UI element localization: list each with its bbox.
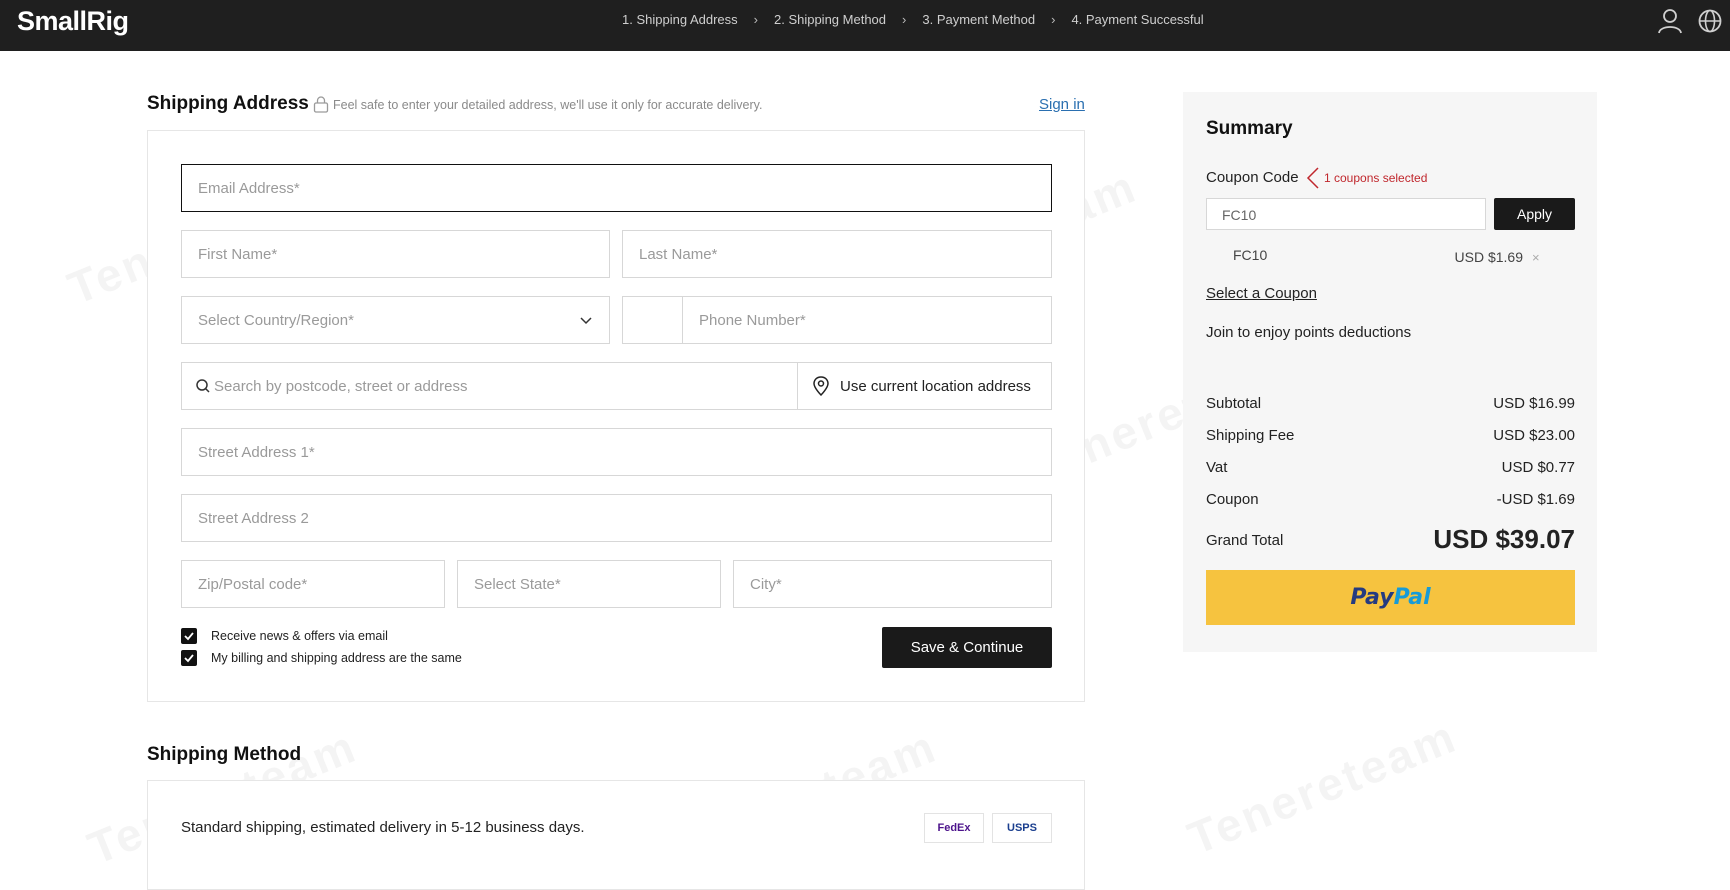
safe-note: Feel safe to enter your detailed address… xyxy=(313,96,762,113)
shipping-address-title: Shipping Address xyxy=(147,93,309,114)
applied-coupon-amount: USD $1.69 xyxy=(1454,249,1523,265)
shipping-fee-value: USD $23.00 xyxy=(1493,427,1575,444)
checkout-steps: 1. Shipping Address › 2. Shipping Method… xyxy=(622,12,1204,27)
step-payment-method: 3. Payment Method xyxy=(922,12,1036,27)
grand-total-value: USD $39.07 xyxy=(1433,524,1575,554)
use-location-button[interactable]: Use current location address xyxy=(812,376,1031,396)
billing-checkbox-row[interactable]: My billing and shipping address are the … xyxy=(181,650,462,666)
subtotal-value: USD $16.99 xyxy=(1493,395,1575,412)
fedex-logo: FedEx xyxy=(924,813,984,843)
street-address-2-field[interactable]: Street Address 2 xyxy=(181,494,1052,542)
first-name-placeholder: First Name* xyxy=(198,246,278,263)
chevron-right-icon: › xyxy=(902,12,907,27)
email-placeholder: Email Address* xyxy=(198,180,300,197)
watermark: Tenereteam xyxy=(1180,709,1465,866)
phone-placeholder: Phone Number* xyxy=(699,312,806,329)
street-address-1-field[interactable]: Street Address 1* xyxy=(181,428,1052,476)
address-form-card: Email Address* First Name* Last Name* Se… xyxy=(147,130,1085,702)
shipping-method-card: Standard shipping, estimated delivery in… xyxy=(147,780,1085,890)
usps-logo: USPS xyxy=(992,813,1052,843)
state-placeholder: Select State* xyxy=(474,576,561,593)
coupon-note-text: 1 coupons selected xyxy=(1324,171,1428,185)
step-shipping-method: 2. Shipping Method xyxy=(773,12,887,27)
search-divider xyxy=(797,363,798,409)
grand-total-label: Grand Total xyxy=(1206,532,1284,549)
coupon-input[interactable]: FC10 xyxy=(1206,198,1486,230)
chevron-down-icon xyxy=(580,317,592,325)
save-continue-button[interactable]: Save & Continue xyxy=(882,627,1052,668)
country-placeholder: Select Country/Region* xyxy=(198,312,354,329)
globe-icon[interactable] xyxy=(1697,8,1723,34)
last-name-placeholder: Last Name* xyxy=(639,246,718,263)
sign-in-link[interactable]: Sign in xyxy=(1039,96,1085,113)
coupon-code-label: Coupon Code xyxy=(1206,169,1299,186)
first-name-field[interactable]: First Name* xyxy=(181,230,610,278)
phone-field[interactable]: Phone Number* xyxy=(622,296,1052,344)
email-field[interactable]: Email Address* xyxy=(181,164,1052,212)
billing-checkbox-label: My billing and shipping address are the … xyxy=(211,651,462,665)
vat-label: Vat xyxy=(1206,459,1228,476)
state-select[interactable]: Select State* xyxy=(457,560,721,608)
street-address-2-placeholder: Street Address 2 xyxy=(198,510,309,527)
coupon-value: -USD $1.69 xyxy=(1496,491,1575,508)
apply-button[interactable]: Apply xyxy=(1494,198,1575,230)
summary-title: Summary xyxy=(1206,118,1293,139)
news-checkbox-row[interactable]: Receive news & offers via email xyxy=(181,628,388,644)
chevron-right-icon: › xyxy=(1051,12,1056,27)
location-pin-icon xyxy=(813,376,829,396)
top-header: SmallRig 1. Shipping Address › 2. Shippi… xyxy=(0,0,1730,51)
standard-shipping-option[interactable]: Standard shipping, estimated delivery in… xyxy=(181,819,585,836)
paypal-logo: PayPal xyxy=(1350,585,1431,610)
shipping-method-title: Shipping Method xyxy=(147,744,302,765)
paypal-button[interactable]: PayPal xyxy=(1206,570,1575,625)
checkmark-icon xyxy=(184,654,194,663)
search-placeholder: Search by postcode, street or address xyxy=(214,378,468,395)
shipping-fee-label: Shipping Fee xyxy=(1206,427,1295,444)
news-checkbox[interactable] xyxy=(181,628,197,644)
use-location-label: Use current location address xyxy=(840,377,1031,395)
smallrig-logo[interactable]: SmallRig xyxy=(17,6,129,37)
user-icon[interactable] xyxy=(1657,8,1683,34)
applied-coupon-code: FC10 xyxy=(1233,247,1268,263)
street-address-1-placeholder: Street Address 1* xyxy=(198,444,315,461)
lock-icon xyxy=(313,96,329,113)
phone-code-divider xyxy=(682,297,683,343)
city-field[interactable]: City* xyxy=(733,560,1052,608)
address-search-field[interactable]: Search by postcode, street or address Us… xyxy=(181,362,1052,410)
news-checkbox-label: Receive news & offers via email xyxy=(211,629,388,643)
select-coupon-link[interactable]: Select a Coupon xyxy=(1206,285,1317,302)
checkmark-icon xyxy=(184,632,194,641)
points-note: Join to enjoy points deductions xyxy=(1206,324,1412,341)
chevron-right-icon: › xyxy=(753,12,758,27)
search-icon xyxy=(196,379,210,393)
vat-value: USD $0.77 xyxy=(1501,459,1575,476)
billing-checkbox[interactable] xyxy=(181,650,197,666)
zip-field[interactable]: Zip/Postal code* xyxy=(181,560,445,608)
zip-placeholder: Zip/Postal code* xyxy=(198,576,308,593)
order-summary: Summary Coupon Code 1 coupons selected F… xyxy=(1183,92,1597,652)
safe-note-text: Feel safe to enter your detailed address… xyxy=(333,97,763,112)
remove-coupon-icon[interactable]: × xyxy=(1532,250,1540,265)
coupon-note: 1 coupons selected xyxy=(1306,167,1427,189)
chevron-left-icon xyxy=(1306,167,1319,189)
last-name-field[interactable]: Last Name* xyxy=(622,230,1052,278)
subtotal-label: Subtotal xyxy=(1206,395,1262,412)
step-shipping-address: 1. Shipping Address xyxy=(622,12,738,27)
coupon-label: Coupon xyxy=(1206,491,1259,508)
city-placeholder: City* xyxy=(750,576,782,593)
coupon-input-value: FC10 xyxy=(1222,207,1257,223)
step-payment-successful: 4. Payment Successful xyxy=(1071,12,1204,27)
country-select[interactable]: Select Country/Region* xyxy=(181,296,610,344)
